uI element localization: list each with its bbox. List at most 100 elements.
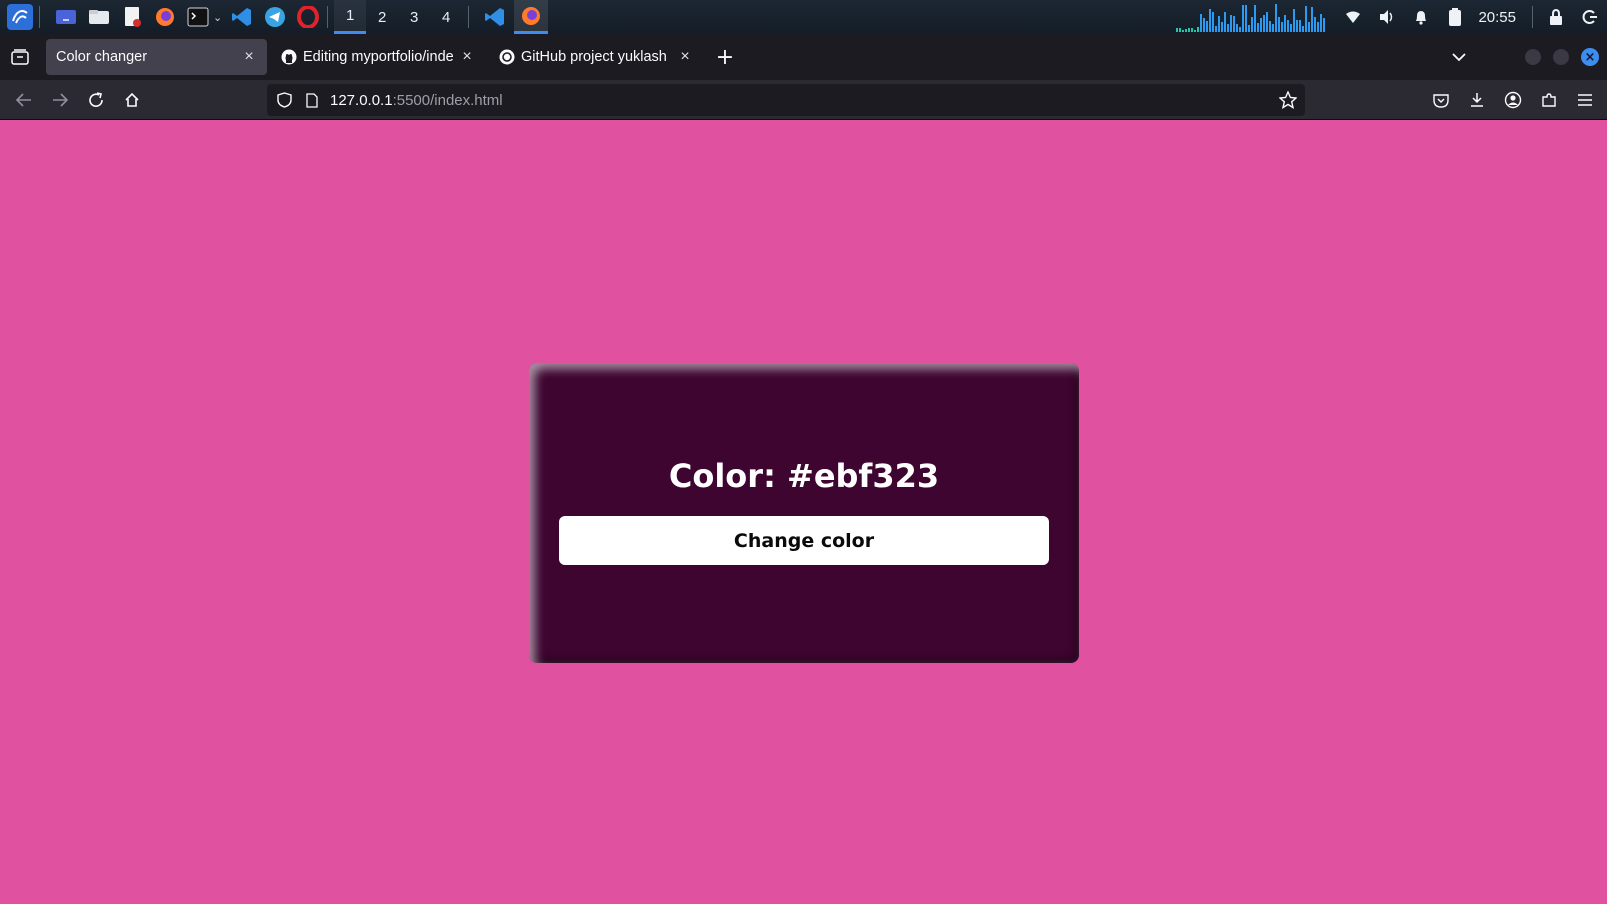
- graph-bar: [1305, 5, 1308, 32]
- account-icon[interactable]: [1495, 84, 1531, 116]
- tab-color-changer[interactable]: Color changer ×: [46, 39, 267, 75]
- page-content: Color: #ebf323 Change color: [0, 121, 1607, 904]
- graph-bar: [1200, 13, 1203, 32]
- firefox-window-icon[interactable]: [514, 0, 549, 34]
- close-icon[interactable]: ×: [241, 48, 257, 65]
- terminal-icon[interactable]: [185, 4, 211, 30]
- graph-bar: [1281, 22, 1284, 32]
- graph-bar: [1233, 16, 1236, 32]
- graph-bar: [1248, 25, 1251, 32]
- graph-bar: [1308, 22, 1311, 32]
- graph-bar: [1206, 21, 1209, 32]
- system-tray: 20:55: [1176, 0, 1607, 34]
- desktop-icon[interactable]: [53, 4, 79, 30]
- graph-bar: [1293, 9, 1296, 32]
- back-arrow-icon[interactable]: [6, 84, 42, 116]
- chevron-down-icon[interactable]: ⌄: [213, 11, 222, 24]
- graph-bar: [1260, 17, 1263, 32]
- graph-bar: [1236, 23, 1239, 32]
- opera-icon[interactable]: [295, 4, 321, 30]
- tab-editing-myportfolio[interactable]: Editing myportfolio/index ×: [271, 39, 485, 75]
- graph-bar: [1227, 24, 1230, 32]
- lock-screen-icon[interactable]: [1545, 6, 1567, 28]
- graph-bar: [1185, 29, 1188, 32]
- workspace-1[interactable]: 1: [334, 0, 367, 34]
- graph-bar: [1287, 20, 1290, 32]
- graph-bar: [1263, 14, 1266, 32]
- network-activity-graph: [1176, 2, 1326, 32]
- firefox-view-icon[interactable]: [0, 34, 40, 80]
- vscode-window-icon[interactable]: [482, 4, 508, 30]
- graph-bar: [1251, 17, 1254, 32]
- graph-bar: [1317, 22, 1320, 32]
- wifi-icon[interactable]: [1342, 6, 1364, 28]
- window-close-button[interactable]: ×: [1581, 48, 1599, 66]
- telegram-icon[interactable]: [262, 4, 288, 30]
- pocket-icon[interactable]: [1423, 84, 1459, 116]
- bookmark-star-icon[interactable]: [1279, 91, 1297, 109]
- graph-bar: [1278, 17, 1281, 32]
- kali-menu-icon[interactable]: [7, 4, 33, 30]
- graph-bar: [1188, 28, 1191, 32]
- file-manager-icon[interactable]: [86, 4, 112, 30]
- tab-title: Editing myportfolio/index: [303, 49, 453, 65]
- notification-bell-icon[interactable]: [1410, 6, 1432, 28]
- close-icon[interactable]: ×: [677, 48, 693, 65]
- graph-bar: [1191, 27, 1194, 32]
- tab-github-project[interactable]: GitHub project yuklash ×: [489, 39, 703, 75]
- color-label: Color: #ebf323: [668, 457, 940, 495]
- firefox-icon[interactable]: [152, 4, 178, 30]
- os-taskbar: ⌄ 1 2 3 4 20:55: [0, 0, 1607, 34]
- graph-bar: [1269, 21, 1272, 32]
- workspace-3[interactable]: 3: [398, 0, 430, 34]
- url-text[interactable]: 127.0.0.1:5500/index.html: [330, 92, 503, 109]
- new-tab-button[interactable]: +: [707, 39, 743, 75]
- forward-arrow-icon[interactable]: [42, 84, 78, 116]
- logout-icon[interactable]: [1579, 6, 1601, 28]
- graph-bar: [1296, 19, 1299, 32]
- tab-title: Color changer: [56, 49, 148, 65]
- graph-bar: [1302, 26, 1305, 32]
- hamburger-menu-icon[interactable]: [1567, 84, 1603, 116]
- url-path: :5500/index.html: [392, 91, 503, 109]
- clock[interactable]: 20:55: [1478, 9, 1516, 26]
- maximize-button[interactable]: [1553, 49, 1569, 65]
- close-icon[interactable]: ×: [459, 48, 475, 65]
- change-color-button[interactable]: Change color: [559, 516, 1049, 565]
- graph-bar: [1194, 29, 1197, 32]
- page-icon[interactable]: [306, 92, 318, 108]
- list-all-tabs-icon[interactable]: [1439, 52, 1479, 62]
- graph-bar: [1182, 29, 1185, 32]
- shield-icon[interactable]: [277, 92, 292, 108]
- workspace-4[interactable]: 4: [430, 0, 462, 34]
- graph-bar: [1179, 27, 1182, 32]
- vscode-icon[interactable]: [229, 4, 255, 30]
- browser-tab-strip: Color changer × Editing myportfolio/inde…: [0, 34, 1607, 80]
- graph-bar: [1314, 16, 1317, 32]
- volume-icon[interactable]: [1376, 6, 1398, 28]
- extensions-icon[interactable]: [1531, 84, 1567, 116]
- text-editor-icon[interactable]: [119, 4, 145, 30]
- graph-bar: [1215, 26, 1218, 32]
- minimize-button[interactable]: [1525, 49, 1541, 65]
- browser-navbar: 127.0.0.1:5500/index.html: [0, 80, 1607, 120]
- downloads-icon[interactable]: [1459, 84, 1495, 116]
- graph-bar: [1221, 22, 1224, 32]
- reload-icon[interactable]: [78, 84, 114, 116]
- workspace-2[interactable]: 2: [366, 0, 398, 34]
- graph-bar: [1320, 13, 1323, 32]
- url-host: 127.0.0.1: [330, 91, 393, 109]
- graph-bar: [1299, 19, 1302, 32]
- graph-bar: [1257, 23, 1260, 32]
- url-bar[interactable]: 127.0.0.1:5500/index.html: [267, 84, 1305, 116]
- graph-bar: [1254, 5, 1257, 32]
- graph-bar: [1224, 11, 1227, 32]
- graph-bar: [1212, 12, 1215, 32]
- taskbar-separator: [327, 6, 329, 28]
- graph-bar: [1218, 16, 1221, 32]
- graph-bar: [1323, 18, 1326, 32]
- graph-bar: [1311, 6, 1314, 32]
- battery-icon[interactable]: [1444, 6, 1466, 28]
- taskbar-separator: [1532, 6, 1533, 28]
- home-icon[interactable]: [114, 84, 150, 116]
